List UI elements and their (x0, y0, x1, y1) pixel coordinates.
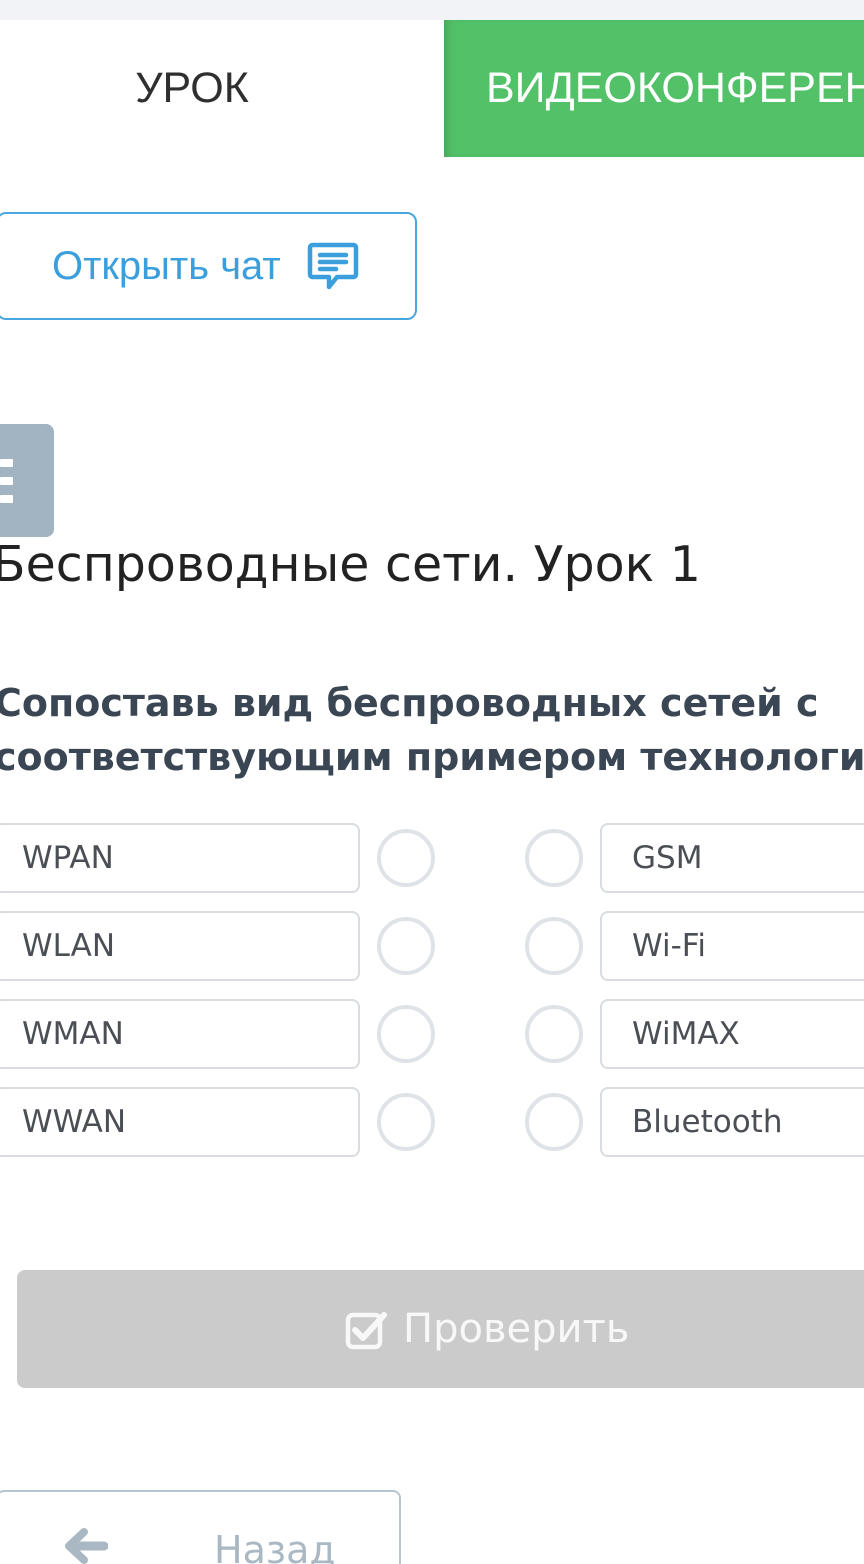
check-button-label: Проверить (403, 1306, 630, 1352)
match-left-connector[interactable] (377, 917, 435, 975)
match-left-label: WMAN (22, 1016, 124, 1052)
back-button-label: Назад (214, 1528, 336, 1564)
match-right-item-bluetooth[interactable]: Bluetooth (600, 1087, 864, 1157)
check-button[interactable]: Проверить (17, 1270, 864, 1388)
arrow-left-icon (64, 1528, 109, 1564)
match-left-item-wman[interactable]: WMAN (0, 999, 360, 1069)
question-text: Сопоставь вид беспроводных сетей с соотв… (0, 676, 864, 784)
checkbox-check-icon (345, 1308, 387, 1350)
question-line-1: Сопоставь вид беспроводных сетей с (0, 681, 819, 725)
tab-lesson[interactable]: УРОК (0, 20, 444, 157)
question-line-2: соответствующим примером технологий (0, 735, 864, 779)
match-right-item-wimax[interactable]: WiMAX (600, 999, 864, 1069)
match-left-item-wlan[interactable]: WLAN (0, 911, 360, 981)
match-right-label: WiMAX (632, 1016, 740, 1052)
match-right-item-gsm[interactable]: GSM (600, 823, 864, 893)
tab-videoconference[interactable]: ВИДЕОКОНФЕРЕНЦИЯ (444, 20, 864, 157)
match-left-connector[interactable] (377, 1005, 435, 1063)
chat-bubble-icon (307, 240, 359, 292)
lesson-title: Беспроводные сети. Урок 1 (0, 536, 701, 593)
tab-videoconference-label: ВИДЕОКОНФЕРЕНЦИЯ (486, 64, 864, 112)
match-right-label: Bluetooth (632, 1104, 783, 1140)
match-left-connector[interactable] (377, 1093, 435, 1151)
open-chat-button[interactable]: Открыть чат (0, 212, 417, 320)
open-chat-label: Открыть чат (52, 243, 281, 288)
hamburger-menu-icon[interactable] (0, 424, 54, 537)
match-right-connector[interactable] (525, 1005, 583, 1063)
match-right-connector[interactable] (525, 1093, 583, 1151)
match-left-item-wwan[interactable]: WWAN (0, 1087, 360, 1157)
match-right-label: Wi-Fi (632, 928, 706, 964)
match-left-label: WLAN (22, 928, 116, 964)
top-strip (0, 0, 864, 20)
match-left-item-wpan[interactable]: WPAN (0, 823, 360, 893)
match-right-item-wifi[interactable]: Wi-Fi (600, 911, 864, 981)
match-left-connector[interactable] (377, 829, 435, 887)
menu-bar (0, 459, 13, 467)
page: ВИДЕОКОНФЕРЕНЦИЯ УРОК Открыть чат Беспро… (0, 0, 864, 1564)
match-left-label: WPAN (22, 840, 114, 876)
menu-bar (0, 477, 13, 485)
back-button[interactable]: Назад (0, 1490, 401, 1564)
tab-lesson-label: УРОК (135, 64, 249, 112)
match-right-label: GSM (632, 840, 703, 876)
match-right-connector[interactable] (525, 829, 583, 887)
match-left-label: WWAN (22, 1104, 127, 1140)
menu-bar (0, 495, 13, 503)
match-right-connector[interactable] (525, 917, 583, 975)
